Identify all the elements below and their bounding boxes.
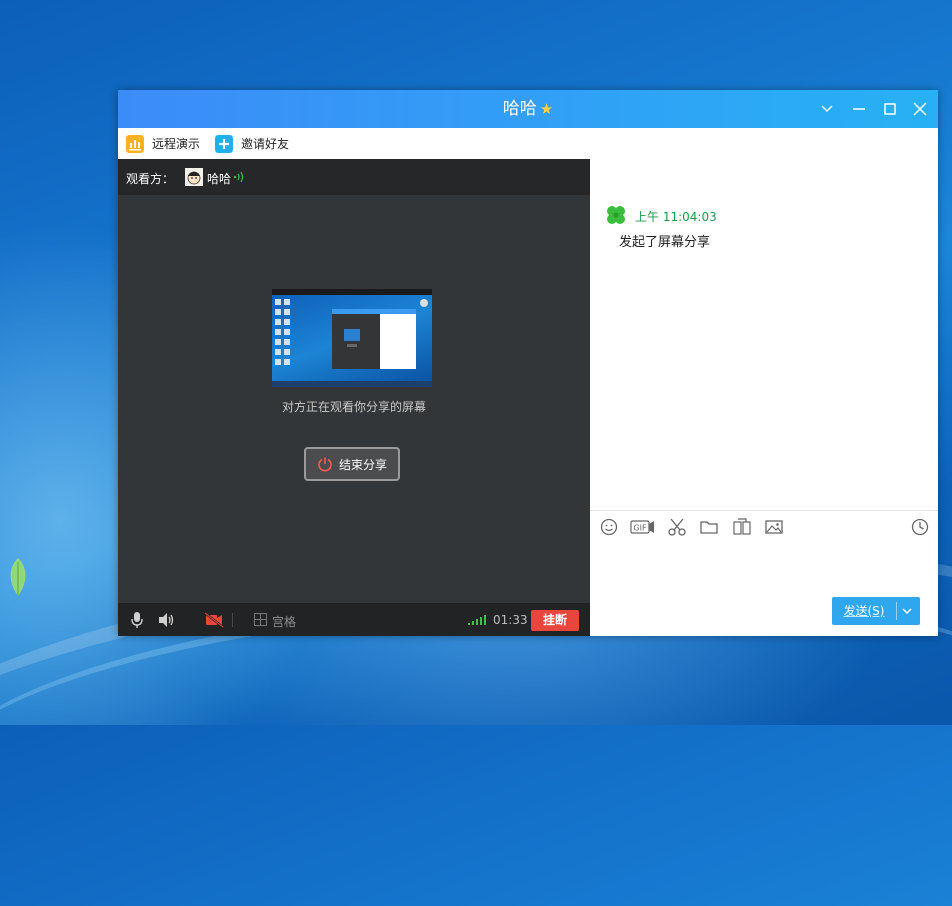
grid-view-icon[interactable] bbox=[254, 613, 267, 626]
invite-friends-button[interactable]: 邀请好友 bbox=[215, 134, 289, 154]
compose-toolbar: GIF bbox=[590, 513, 938, 541]
send-label: 发送(S) bbox=[843, 604, 885, 618]
emoji-icon[interactable] bbox=[599, 517, 619, 537]
chat-pane: 上午 11:04:03 发起了屏幕分享 GIF 发送(S) bbox=[590, 159, 938, 636]
send-button-group: 发送(S) bbox=[832, 597, 920, 625]
maximize-icon[interactable] bbox=[881, 100, 899, 118]
call-timer: 01:33 bbox=[493, 613, 528, 627]
message-text: 发起了屏幕分享 bbox=[619, 235, 711, 250]
hangup-button[interactable]: 挂断 bbox=[531, 610, 579, 631]
end-share-button[interactable]: 结束分享 bbox=[304, 447, 400, 481]
favorites-icon[interactable] bbox=[732, 517, 752, 537]
screen-share-pane: 观看方： 哈哈 对方正在观看你分享的屏幕 结束分享 宫格 01:33 挂断 bbox=[118, 159, 590, 636]
chevron-down-icon[interactable] bbox=[818, 100, 836, 118]
speaking-icon bbox=[233, 171, 244, 183]
minimize-icon[interactable] bbox=[850, 100, 868, 118]
compose-divider bbox=[590, 510, 938, 511]
folder-icon[interactable] bbox=[699, 517, 719, 537]
star-badge-icon: ★ bbox=[539, 100, 554, 118]
video-chat-window: 哈哈 ★ 远程演示 邀请好友 观看方： 哈哈 对方正在观看你分享的屏幕 结束分享… bbox=[118, 90, 938, 636]
end-share-label: 结束分享 bbox=[338, 457, 387, 472]
controls-divider bbox=[232, 613, 233, 627]
message-timestamp: 上午 11:04:03 bbox=[635, 210, 717, 224]
remote-demo-label: 远程演示 bbox=[152, 137, 201, 151]
wallpaper-leaf-icon bbox=[10, 558, 26, 596]
window-title: 哈哈 ★ bbox=[118, 98, 938, 120]
contact-name-title: 哈哈 bbox=[502, 99, 537, 119]
camera-off-icon[interactable] bbox=[204, 612, 224, 628]
grid-view-label[interactable]: 宫格 bbox=[272, 613, 296, 630]
history-clock-icon[interactable] bbox=[910, 517, 930, 537]
power-icon bbox=[318, 457, 332, 472]
send-divider bbox=[896, 602, 897, 620]
presentation-icon bbox=[126, 135, 144, 153]
speaker-icon[interactable] bbox=[157, 612, 175, 628]
microphone-icon[interactable] bbox=[130, 611, 144, 629]
viewer-bar: 观看方： 哈哈 bbox=[118, 159, 590, 195]
viewer-name: 哈哈 bbox=[207, 172, 232, 186]
shared-screen-thumbnail bbox=[272, 289, 432, 387]
viewer-avatar bbox=[185, 168, 203, 186]
image-icon[interactable] bbox=[764, 517, 784, 537]
shared-screen-preview bbox=[272, 289, 432, 387]
send-options-chevron-icon[interactable] bbox=[900, 606, 914, 616]
svg-text:GIF: GIF bbox=[633, 524, 647, 533]
remote-demo-button[interactable]: 远程演示 bbox=[126, 134, 200, 154]
close-icon[interactable] bbox=[911, 100, 929, 118]
screenshot-scissors-icon[interactable] bbox=[667, 517, 687, 537]
viewer-label: 观看方： bbox=[126, 172, 175, 186]
send-button[interactable]: 发送(S) bbox=[832, 597, 896, 625]
clover-icon bbox=[607, 206, 625, 224]
add-friend-icon bbox=[215, 135, 233, 153]
action-toolbar: 远程演示 邀请好友 bbox=[118, 128, 938, 159]
invite-friends-label: 邀请好友 bbox=[241, 137, 290, 151]
signal-strength-icon bbox=[468, 615, 486, 625]
title-bar[interactable]: 哈哈 ★ bbox=[118, 90, 938, 128]
share-status-caption: 对方正在观看你分享的屏幕 bbox=[281, 400, 426, 414]
message-input[interactable] bbox=[590, 541, 938, 591]
share-stage: 对方正在观看你分享的屏幕 结束分享 bbox=[118, 195, 590, 603]
call-controls-bar: 宫格 01:33 挂断 bbox=[118, 603, 590, 636]
gif-icon[interactable]: GIF bbox=[630, 517, 656, 537]
